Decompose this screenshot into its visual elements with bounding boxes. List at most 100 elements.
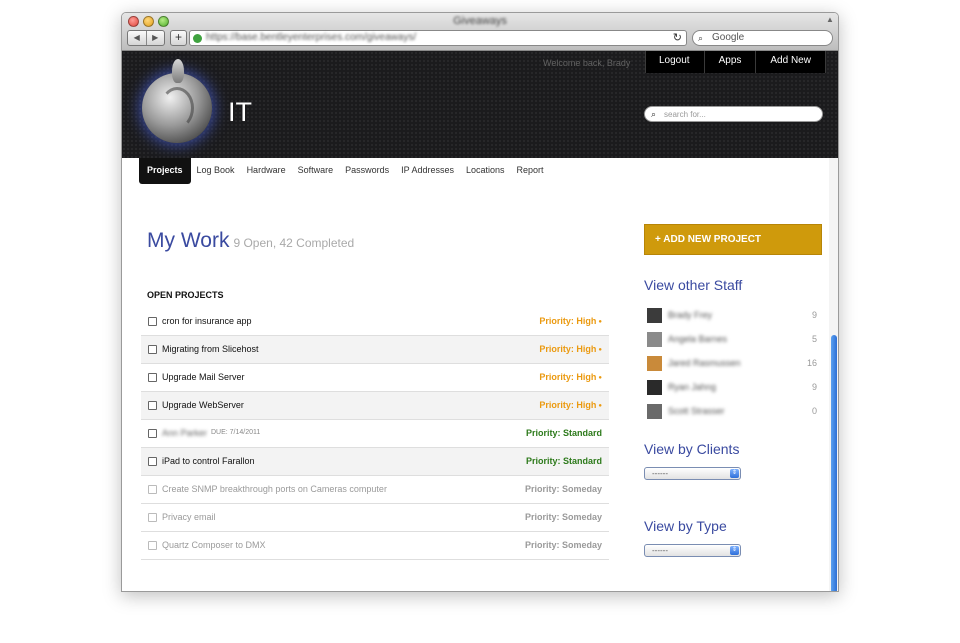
site-search: ⌕ bbox=[644, 106, 823, 122]
project-row[interactable]: Upgrade WebServer Priority: High ● bbox=[141, 392, 609, 420]
avatar bbox=[647, 308, 662, 323]
add-new-link[interactable]: Add New bbox=[756, 51, 826, 73]
project-row[interactable]: iPad to control Farallon Priority: Stand… bbox=[141, 448, 609, 476]
tab-passwords[interactable]: Passwords bbox=[339, 158, 395, 184]
project-checkbox[interactable] bbox=[148, 317, 157, 326]
add-new-project-button[interactable]: + ADD NEW PROJECT bbox=[644, 224, 822, 255]
staff-item[interactable]: Brady Frey 9 bbox=[647, 305, 817, 329]
project-checkbox[interactable] bbox=[148, 401, 157, 410]
top-menu: Logout Apps Add New bbox=[645, 51, 826, 73]
browser-window: Giveaways ▲ ◀ ▶ + https://base.bentleyen… bbox=[121, 12, 839, 592]
priority-label: Priority: Someday bbox=[524, 512, 602, 522]
priority-dot-icon: ● bbox=[598, 403, 602, 409]
priority-label: Priority: Standard bbox=[525, 428, 602, 438]
apps-link[interactable]: Apps bbox=[705, 51, 757, 73]
tab-projects[interactable]: Projects bbox=[139, 158, 191, 184]
select-arrows-icon: ⇕ bbox=[730, 469, 739, 478]
back-button[interactable]: ◀ bbox=[128, 31, 146, 45]
browser-toolbar: Giveaways ▲ ◀ ▶ + https://base.bentleyen… bbox=[122, 13, 838, 51]
clients-select[interactable]: ------ ⇕ bbox=[644, 467, 741, 480]
project-name[interactable]: Upgrade WebServer bbox=[162, 400, 244, 410]
project-row[interactable]: Ann Parker DUE: 7/14/2011 Priority: Stan… bbox=[141, 420, 609, 448]
clients-heading: View by Clients bbox=[644, 441, 740, 457]
project-row[interactable]: Create SNMP breakthrough ports on Camera… bbox=[141, 476, 609, 504]
project-name[interactable]: Create SNMP breakthrough ports on Camera… bbox=[162, 484, 387, 494]
logo-globe-icon bbox=[142, 59, 212, 143]
staff-name[interactable]: Angela Barnes bbox=[668, 334, 727, 344]
address-text: https://base.bentleyenterprises.com/give… bbox=[206, 32, 417, 43]
staff-count: 16 bbox=[806, 358, 817, 368]
priority-label: Priority: Someday bbox=[524, 484, 602, 494]
priority-dot-icon: ● bbox=[598, 375, 602, 381]
project-row[interactable]: Upgrade Mail Server Priority: High ● bbox=[141, 364, 609, 392]
project-checkbox[interactable] bbox=[148, 541, 157, 550]
type-select[interactable]: ------ ⇕ bbox=[644, 544, 741, 557]
logo-leaf bbox=[172, 59, 184, 83]
main-nav: Projects Log Book Hardware Software Pass… bbox=[139, 158, 550, 184]
tab-log-book[interactable]: Log Book bbox=[191, 158, 241, 184]
project-row[interactable]: Quartz Composer to DMX Priority: Someday bbox=[141, 532, 609, 560]
priority-label: Priority: High ● bbox=[539, 372, 602, 382]
staff-name[interactable]: Ryan Jahng bbox=[668, 382, 716, 392]
page-title: My Work 9 Open, 42 Completed bbox=[147, 229, 354, 253]
project-name[interactable]: Ann Parker bbox=[162, 428, 207, 438]
tab-ip-addresses[interactable]: IP Addresses bbox=[395, 158, 460, 184]
project-checkbox[interactable] bbox=[148, 485, 157, 494]
project-name[interactable]: Migrating from Slicehost bbox=[162, 344, 259, 354]
type-select-value: ------ bbox=[652, 546, 668, 555]
priority-dot-icon: ● bbox=[598, 319, 602, 325]
project-name[interactable]: cron for insurance app bbox=[162, 316, 252, 326]
staff-count: 9 bbox=[811, 310, 817, 320]
scrollbar-thumb[interactable] bbox=[831, 335, 837, 591]
project-name[interactable]: iPad to control Farallon bbox=[162, 456, 255, 466]
priority-dot-icon: ● bbox=[598, 347, 602, 353]
project-row[interactable]: Privacy email Priority: Someday bbox=[141, 504, 609, 532]
project-checkbox[interactable] bbox=[148, 429, 157, 438]
avatar bbox=[647, 332, 662, 347]
staff-item[interactable]: Angela Barnes 5 bbox=[647, 329, 817, 353]
browser-search-field[interactable]: ⌕ Google bbox=[692, 30, 833, 46]
staff-name[interactable]: Scott Strasser bbox=[668, 406, 725, 416]
select-arrows-icon: ⇕ bbox=[730, 546, 739, 555]
staff-count: 9 bbox=[811, 382, 817, 392]
address-bar[interactable]: https://base.bentleyenterprises.com/give… bbox=[189, 30, 687, 46]
forward-button[interactable]: ▶ bbox=[145, 31, 165, 45]
project-checkbox[interactable] bbox=[148, 457, 157, 466]
welcome-message: Welcome back, Brady bbox=[543, 58, 631, 68]
logo-swirl bbox=[160, 87, 194, 129]
logout-link[interactable]: Logout bbox=[646, 51, 705, 73]
project-row[interactable]: Migrating from Slicehost Priority: High ● bbox=[141, 336, 609, 364]
priority-label: Priority: High ● bbox=[539, 316, 602, 326]
reload-icon[interactable]: ↻ bbox=[673, 31, 682, 45]
tab-report[interactable]: Report bbox=[511, 158, 550, 184]
tab-hardware[interactable]: Hardware bbox=[241, 158, 292, 184]
staff-item[interactable]: Jared Rasmussen 16 bbox=[647, 353, 817, 377]
add-bookmark-button[interactable]: + bbox=[170, 30, 187, 46]
browser-search-placeholder: Google bbox=[712, 32, 745, 43]
project-name[interactable]: Upgrade Mail Server bbox=[162, 372, 245, 382]
staff-count: 5 bbox=[811, 334, 817, 344]
tab-software[interactable]: Software bbox=[292, 158, 340, 184]
staff-item[interactable]: Ryan Jahng 9 bbox=[647, 377, 817, 401]
project-row[interactable]: cron for insurance app Priority: High ● bbox=[141, 308, 609, 336]
staff-item[interactable]: Scott Strasser 0 bbox=[647, 401, 817, 425]
site-search-input[interactable] bbox=[664, 108, 814, 120]
window-title: Giveaways bbox=[453, 15, 507, 27]
project-checkbox[interactable] bbox=[148, 345, 157, 354]
project-checkbox[interactable] bbox=[148, 513, 157, 522]
due-date: DUE: 7/14/2011 bbox=[211, 429, 261, 436]
project-checkbox[interactable] bbox=[148, 373, 157, 382]
clients-select-value: ------ bbox=[652, 469, 668, 478]
project-name[interactable]: Quartz Composer to DMX bbox=[162, 540, 266, 550]
tab-locations[interactable]: Locations bbox=[460, 158, 511, 184]
priority-label: Priority: High ● bbox=[539, 400, 602, 410]
search-icon: ⌕ bbox=[651, 109, 657, 119]
staff-name[interactable]: Brady Frey bbox=[668, 310, 712, 320]
project-name[interactable]: Privacy email bbox=[162, 512, 216, 522]
brand-title: IT bbox=[228, 97, 252, 127]
lock-icon: ▲ bbox=[826, 15, 834, 24]
site-favicon-icon bbox=[193, 34, 202, 43]
staff-list: Brady Frey 9 Angela Barnes 5 Jared Rasmu… bbox=[647, 305, 817, 425]
staff-name[interactable]: Jared Rasmussen bbox=[668, 358, 741, 368]
open-projects-heading: OPEN PROJECTS bbox=[147, 290, 224, 300]
